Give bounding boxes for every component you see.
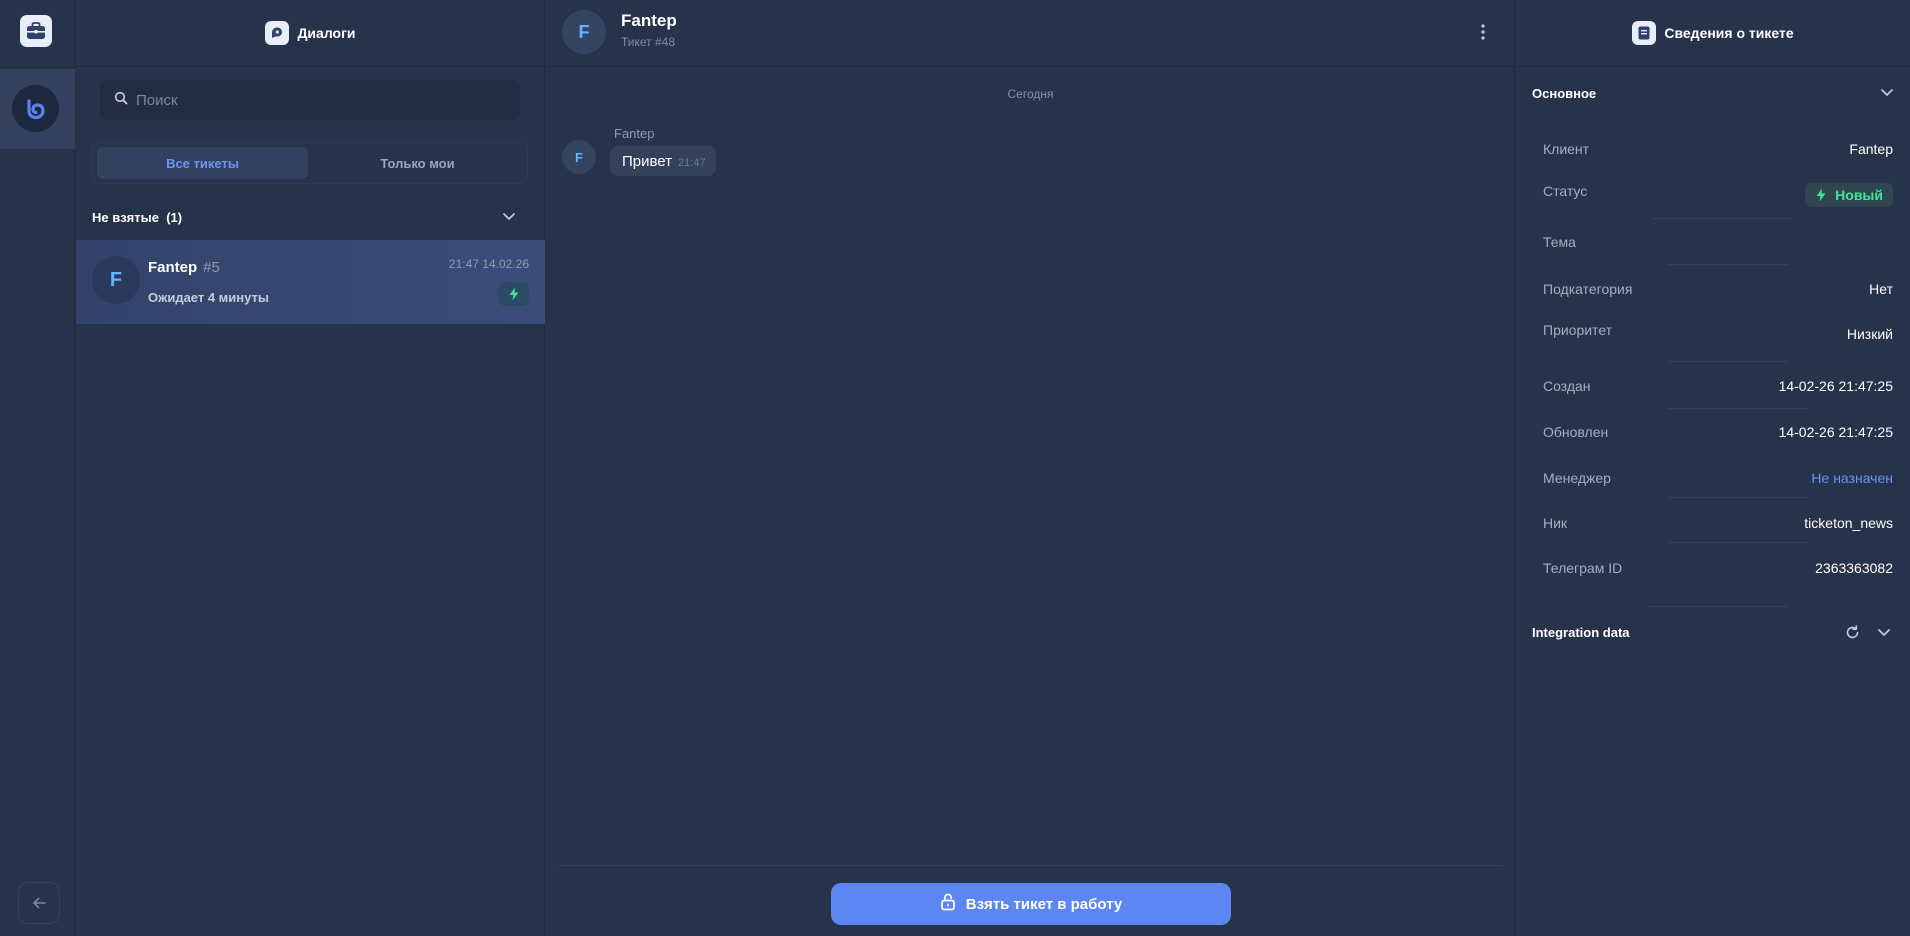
message-time: 21:47 bbox=[678, 157, 706, 169]
field-value: 14-02-26 21:47:25 bbox=[1778, 424, 1893, 440]
dialogs-header: Диалоги bbox=[76, 0, 545, 67]
field-label: Клиент bbox=[1543, 141, 1590, 157]
search-field[interactable] bbox=[100, 80, 520, 120]
separator bbox=[1668, 408, 1808, 409]
message-author: Fantep bbox=[614, 126, 655, 141]
section-integration-title: Integration data bbox=[1532, 624, 1630, 640]
dialogs-icon bbox=[265, 21, 290, 45]
chevron-down-icon[interactable] bbox=[1874, 622, 1894, 642]
field-value: 14-02-26 21:47:25 bbox=[1778, 378, 1893, 394]
arrow-left-icon[interactable] bbox=[18, 882, 60, 924]
app-rail bbox=[0, 0, 75, 936]
manager-link[interactable]: Не назначен bbox=[1811, 470, 1893, 486]
tab-all-tickets[interactable]: Все тикеты bbox=[97, 147, 308, 179]
separator bbox=[1668, 361, 1788, 362]
take-ticket-label: Взять тикет в работу bbox=[965, 895, 1123, 913]
section-main-title: Основное bbox=[1532, 85, 1597, 101]
chat-footer-divider bbox=[558, 865, 1503, 866]
ticket-number: #5 bbox=[203, 259, 220, 276]
separator bbox=[1668, 497, 1808, 498]
field-client: Клиент Fantep bbox=[1543, 127, 1893, 171]
field-label: Обновлен bbox=[1543, 424, 1609, 440]
chat-header: F Fantep Тикет #48 bbox=[546, 0, 1515, 67]
bolt-icon bbox=[1816, 188, 1826, 202]
field-nick: Ник ticketon_news bbox=[1543, 501, 1893, 545]
spiral-logo-icon[interactable] bbox=[12, 85, 59, 132]
ticket-waiting: Ожидает 4 минуты bbox=[148, 290, 269, 305]
dialogs-title: Диалоги bbox=[297, 25, 356, 41]
field-subcategory: Подкатегория Нет bbox=[1543, 267, 1893, 311]
chevron-down-icon[interactable] bbox=[1880, 84, 1894, 102]
ticket-info-panel: Сведения о тикете Основное Клиент Fantep… bbox=[1516, 0, 1910, 936]
take-ticket-button[interactable]: Взять тикет в работу bbox=[831, 883, 1231, 925]
separator bbox=[1648, 606, 1788, 607]
chat-panel: F Fantep Тикет #48 Сегодня Fantep F Прив… bbox=[546, 0, 1515, 936]
separator bbox=[1668, 542, 1808, 543]
ticket-client-name: Fantep bbox=[148, 259, 198, 276]
field-label: Приоритет bbox=[1543, 322, 1613, 338]
field-updated: Обновлен 14-02-26 21:47:25 bbox=[1543, 410, 1893, 454]
ticket-info-title: Сведения о тикете bbox=[1664, 25, 1794, 41]
lock-icon bbox=[940, 893, 956, 916]
ticket-title: Fantep #5 bbox=[148, 259, 220, 276]
group-title-label: Не взятые bbox=[92, 209, 159, 225]
field-label: Ник bbox=[1543, 515, 1568, 531]
chat-avatar: F bbox=[562, 10, 606, 54]
separator bbox=[1668, 264, 1788, 265]
message-avatar: F bbox=[562, 140, 596, 174]
section-main[interactable]: Основное bbox=[1532, 79, 1894, 107]
refresh-icon[interactable] bbox=[1842, 622, 1862, 642]
section-integration[interactable]: Integration data bbox=[1532, 618, 1894, 646]
ticket-filter-tabs: Все тикеты Только мои bbox=[92, 142, 528, 184]
field-label: Менеджер bbox=[1543, 470, 1611, 486]
field-value: ticketon_news bbox=[1804, 515, 1893, 531]
field-value: Fantep bbox=[1849, 141, 1893, 157]
ticket-list-item[interactable]: F Fantep #5 21:47 14.02.26 Ожидает 4 мину… bbox=[76, 240, 545, 324]
day-separator: Сегодня bbox=[1007, 87, 1054, 101]
separator bbox=[1652, 218, 1792, 219]
chat-client-name: Fantep bbox=[621, 11, 677, 30]
field-telegram-id: Телеграм ID 2363363082 bbox=[1543, 546, 1893, 590]
message-text: Привет bbox=[622, 152, 673, 170]
ticket-avatar: F bbox=[92, 256, 140, 304]
status-badge: Новый bbox=[1805, 183, 1893, 207]
chat-ticket-number: Тикет #48 bbox=[621, 35, 676, 49]
field-label: Телеграм ID bbox=[1543, 560, 1623, 576]
group-title: Не взятые (1) bbox=[92, 210, 182, 225]
rail-divider bbox=[0, 67, 75, 68]
field-value: Низкий bbox=[1846, 326, 1893, 342]
dialogs-panel: Диалоги Все тикеты Только мои Не взятые … bbox=[76, 0, 545, 936]
field-label: Создан bbox=[1543, 378, 1591, 394]
field-created: Создан 14-02-26 21:47:25 bbox=[1543, 364, 1893, 408]
ticket-info-header: Сведения о тикете bbox=[1516, 0, 1910, 67]
briefcase-icon[interactable] bbox=[20, 15, 52, 47]
search-icon bbox=[114, 91, 128, 110]
field-value: 2363363082 bbox=[1815, 560, 1893, 576]
chevron-down-icon[interactable] bbox=[502, 208, 516, 226]
field-value: Нет bbox=[1869, 281, 1893, 297]
message-bubble: Привет 21:47 bbox=[610, 146, 716, 176]
ticket-info-icon bbox=[1632, 21, 1657, 45]
status-value: Новый bbox=[1835, 187, 1883, 203]
field-label: Подкатегория bbox=[1543, 281, 1633, 297]
section-integration-actions bbox=[1842, 622, 1894, 642]
field-label: Тема bbox=[1543, 234, 1576, 250]
group-not-taken[interactable]: Не взятые (1) bbox=[92, 205, 528, 229]
field-topic: Тема bbox=[1543, 220, 1893, 264]
search-input[interactable] bbox=[136, 91, 496, 109]
tab-only-mine[interactable]: Только мои bbox=[312, 147, 523, 179]
field-status: Статус Новый bbox=[1543, 173, 1893, 217]
field-manager: Менеджер Не назначен bbox=[1543, 456, 1893, 500]
group-count: (1) bbox=[166, 209, 183, 225]
field-priority: Приоритет Низкий bbox=[1543, 312, 1893, 356]
ticket-time: 21:47 14.02.26 bbox=[448, 257, 529, 271]
vertical-dots-icon[interactable] bbox=[1473, 20, 1493, 44]
field-label: Статус bbox=[1543, 183, 1588, 199]
bolt-icon bbox=[499, 282, 529, 306]
